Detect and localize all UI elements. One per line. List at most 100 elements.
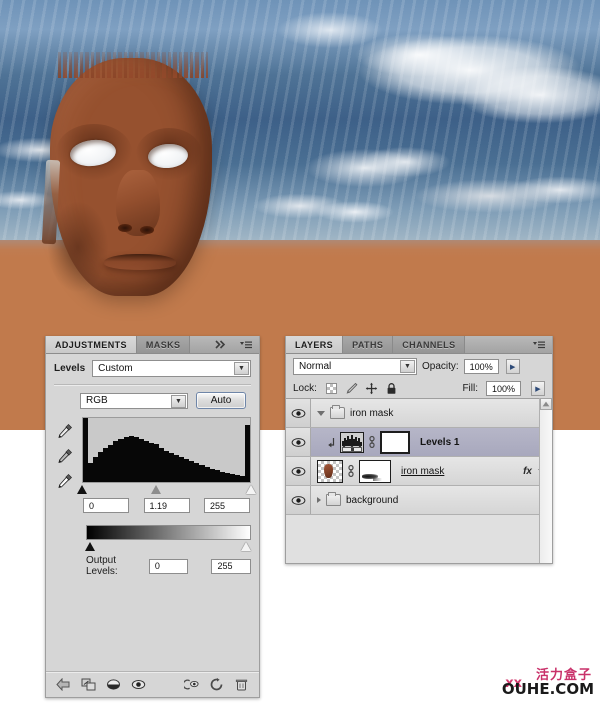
layer-visibility-toggle[interactable] [286,399,311,427]
double-right-chevron-icon [215,340,226,349]
levels-preset-select[interactable]: Custom ▼ [92,360,251,377]
midtone-input-handle[interactable] [150,485,162,494]
lock-position-icon[interactable] [365,382,378,395]
shadow-input-handle[interactable] [76,485,88,494]
output-black-field[interactable]: 0 [148,558,189,574]
table-row[interactable]: iron mask [286,399,552,428]
opacity-field[interactable]: 100% [463,359,499,374]
lock-all-icon[interactable] [385,382,398,395]
lock-button-group [325,382,398,395]
fill-field[interactable]: 100% [486,381,521,396]
output-white-field[interactable]: 255 [211,558,252,574]
clip-to-layer-icon[interactable] [81,677,96,692]
layers-panel-menu-button[interactable] [526,336,552,353]
chevron-down-icon[interactable]: ▼ [400,360,415,373]
screenshot-root: ADJUSTMENTS MASKS Levels Custom ▼ RGB ▼ … [0,0,600,704]
histogram-bars [83,418,250,482]
layer-row-body[interactable]: iron mask [311,457,523,485]
toggle-layer-mask-icon[interactable] [106,677,121,692]
table-row[interactable]: iron mask fx [286,457,552,486]
chevron-down-icon[interactable]: ▼ [171,394,186,408]
link-layers-icon[interactable] [368,435,376,449]
shadow-input-field[interactable]: 0 [83,498,129,513]
opacity-stepper[interactable]: ▶ [505,359,520,374]
adjustments-panel-menu-button[interactable] [233,336,259,353]
clipping-mask-arrow-icon [327,435,336,449]
tab-channels[interactable]: CHANNELS [393,336,466,353]
layer-thumbnail[interactable] [317,459,343,483]
view-previous-state-icon[interactable] [184,677,199,692]
blend-mode-value: Normal [299,361,332,372]
output-white-handle[interactable] [241,542,252,551]
lock-transparent-pixels-icon[interactable] [325,382,338,395]
channel-select[interactable]: RGB ▼ [80,392,188,409]
tab-masks[interactable]: MASKS [136,336,191,353]
levels-histogram [82,417,251,483]
tab-channels-label: CHANNELS [402,339,456,350]
output-levels-slider[interactable] [85,541,252,553]
output-levels-label: Output Levels: [86,555,118,577]
adjustments-panel: ADJUSTMENTS MASKS Levels Custom ▼ RGB ▼ … [45,336,260,698]
preview-eye-icon[interactable] [131,677,146,692]
gray-point-eyedropper-icon[interactable] [57,448,73,464]
table-row[interactable]: background [286,486,552,515]
scroll-up-arrow-icon[interactable] [540,398,552,410]
fx-icon[interactable]: fx [523,466,532,477]
layer-mask-thumbnail[interactable] [380,430,410,454]
return-to-adjustment-list-icon[interactable] [56,677,71,692]
black-point-eyedropper-icon[interactable] [57,423,73,439]
output-black-handle[interactable] [85,542,96,551]
lock-image-pixels-icon[interactable] [345,382,358,395]
table-row[interactable]: Levels 1 [286,428,552,457]
channel-value: RGB [86,395,108,406]
folder-icon [330,405,345,419]
layer-row-body[interactable]: background [311,486,552,514]
lock-fill-row: Lock: Fill: 100% ▶ [286,378,552,400]
reset-adjustment-icon[interactable] [209,677,224,692]
layer-visibility-toggle[interactable] [286,457,311,485]
white-point-eyedropper-icon[interactable] [57,473,73,489]
layer-list[interactable]: iron mask Levels 1 iron mask fx backgrou… [286,398,552,563]
chevron-right-icon[interactable] [317,497,321,503]
layer-visibility-toggle[interactable] [286,428,311,456]
link-layers-icon[interactable] [347,464,355,478]
chevron-down-icon[interactable]: ▼ [234,362,249,375]
layer-row-body[interactable]: Levels 1 [311,428,552,456]
layer-list-scrollbar[interactable] [539,398,552,563]
blend-mode-select[interactable]: Normal ▼ [293,358,417,375]
fill-value: 100% [491,383,516,394]
lock-label: Lock: [293,383,317,394]
layer-mask-thumbnail[interactable] [359,459,391,483]
thumb-mask-face [324,463,333,478]
levels-preset-row: Levels Custom ▼ [46,354,259,382]
opacity-label: Opacity: [422,361,459,372]
input-levels-fields: 0 1.19 255 [82,496,251,513]
delete-adjustment-icon[interactable] [234,677,249,692]
layer-name: background [346,494,399,506]
adjustment-thumbnail[interactable] [340,431,364,453]
output-white-value: 255 [217,561,233,571]
blend-opacity-row: Normal ▼ Opacity: 100% ▶ [286,354,552,378]
fill-stepper[interactable]: ▶ [531,381,545,396]
midtone-input-field[interactable]: 1.19 [143,498,190,513]
layer-row-body[interactable]: iron mask [311,399,552,427]
highlight-input-handle[interactable] [245,485,257,494]
layer-name: iron mask [401,465,445,477]
tab-layers[interactable]: LAYERS [286,336,344,353]
cheek-shadow [48,202,108,292]
folder-icon [326,492,341,506]
layer-visibility-toggle[interactable] [286,486,311,514]
input-levels-slider[interactable] [76,484,256,496]
watermark: 活力盒子 xx OUHE.COM [486,660,594,700]
watermark-english: OUHE.COM [501,680,594,698]
auto-button[interactable]: Auto [196,392,246,409]
tab-paths[interactable]: PATHS [343,336,394,353]
expand-panel-button[interactable] [209,336,233,353]
tab-adjustments[interactable]: ADJUSTMENTS [46,336,137,353]
output-levels-fields: Output Levels: 0 255 [86,553,252,577]
shadow-input-value: 0 [89,500,95,511]
midtone-input-value: 1.19 [149,500,168,511]
highlight-input-field[interactable]: 255 [204,498,250,513]
iron-mask-figure [41,52,220,300]
chevron-down-icon[interactable] [317,410,325,416]
